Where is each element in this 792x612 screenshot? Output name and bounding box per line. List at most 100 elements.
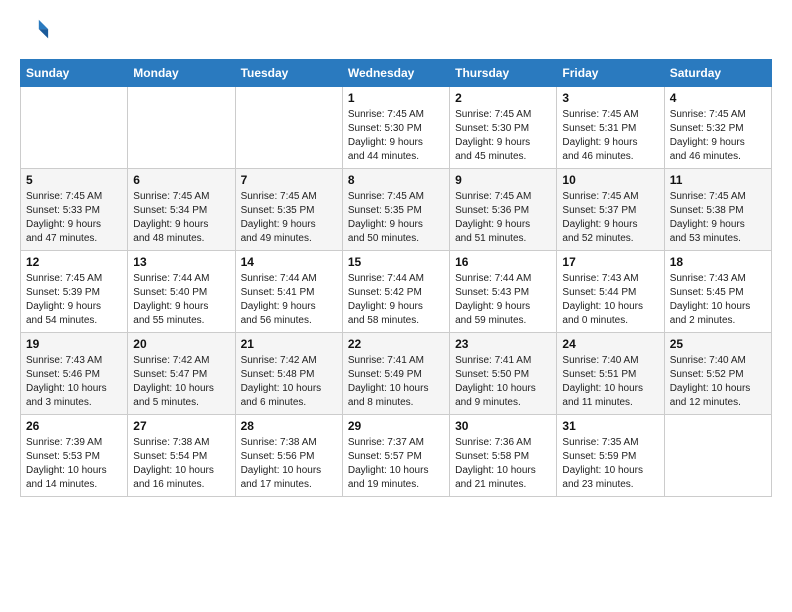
day-info: Sunrise: 7:45 AM Sunset: 5:30 PM Dayligh…: [455, 108, 551, 164]
day-cell: 28 Sunrise: 7:38 AM Sunset: 5:56 PM Dayli…: [235, 415, 342, 497]
day-number: 21: [241, 337, 337, 351]
day-info: Sunrise: 7:45 AM Sunset: 5:35 PM Dayligh…: [348, 190, 444, 246]
day-cell: 21 Sunrise: 7:42 AM Sunset: 5:48 PM Dayli…: [235, 333, 342, 415]
day-number: 26: [26, 419, 122, 433]
day-info: Sunrise: 7:45 AM Sunset: 5:36 PM Dayligh…: [455, 190, 551, 246]
day-number: 14: [241, 255, 337, 269]
day-number: 2: [455, 91, 551, 105]
day-info: Sunrise: 7:42 AM Sunset: 5:48 PM Dayligh…: [241, 354, 337, 410]
day-info: Sunrise: 7:35 AM Sunset: 5:59 PM Dayligh…: [562, 436, 658, 492]
week-row: 26 Sunrise: 7:39 AM Sunset: 5:53 PM Dayli…: [21, 415, 772, 497]
day-cell: 24Sunrise: 7:40 AM Sunset: 5:51 PM Dayli…: [557, 333, 664, 415]
day-cell: 11 Sunrise: 7:45 AM Sunset: 5:38 PM Dayli…: [664, 169, 771, 251]
day-number: 4: [670, 91, 766, 105]
logo-icon: [22, 16, 50, 44]
day-cell: 1 Sunrise: 7:45 AM Sunset: 5:30 PM Daylig…: [342, 87, 449, 169]
day-info: Sunrise: 7:37 AM Sunset: 5:57 PM Dayligh…: [348, 436, 444, 492]
day-number: 27: [133, 419, 229, 433]
day-cell: 4 Sunrise: 7:45 AM Sunset: 5:32 PM Daylig…: [664, 87, 771, 169]
day-number: 19: [26, 337, 122, 351]
day-info: Sunrise: 7:45 AM Sunset: 5:38 PM Dayligh…: [670, 190, 766, 246]
day-info: Sunrise: 7:45 AM Sunset: 5:32 PM Dayligh…: [670, 108, 766, 164]
header-row: SundayMondayTuesdayWednesdayThursdayFrid…: [21, 60, 772, 87]
day-info: Sunrise: 7:43 AM Sunset: 5:45 PM Dayligh…: [670, 272, 766, 328]
day-number: 3: [562, 91, 658, 105]
day-cell: 29 Sunrise: 7:37 AM Sunset: 5:57 PM Dayli…: [342, 415, 449, 497]
day-number: 10: [562, 173, 658, 187]
day-info: Sunrise: 7:45 AM Sunset: 5:37 PM Dayligh…: [562, 190, 658, 246]
day-cell: 25Sunrise: 7:40 AM Sunset: 5:52 PM Dayli…: [664, 333, 771, 415]
day-cell: [21, 87, 128, 169]
day-cell: 12 Sunrise: 7:45 AM Sunset: 5:39 PM Dayli…: [21, 251, 128, 333]
day-info: Sunrise: 7:45 AM Sunset: 5:34 PM Dayligh…: [133, 190, 229, 246]
day-number: 20: [133, 337, 229, 351]
day-info: Sunrise: 7:45 AM Sunset: 5:35 PM Dayligh…: [241, 190, 337, 246]
day-cell: 9 Sunrise: 7:45 AM Sunset: 5:36 PM Daylig…: [450, 169, 557, 251]
day-cell: [664, 415, 771, 497]
day-cell: [128, 87, 235, 169]
week-row: 12 Sunrise: 7:45 AM Sunset: 5:39 PM Dayli…: [21, 251, 772, 333]
day-info: Sunrise: 7:44 AM Sunset: 5:40 PM Dayligh…: [133, 272, 229, 328]
day-info: Sunrise: 7:44 AM Sunset: 5:42 PM Dayligh…: [348, 272, 444, 328]
day-cell: 19 Sunrise: 7:43 AM Sunset: 5:46 PM Dayli…: [21, 333, 128, 415]
day-info: Sunrise: 7:42 AM Sunset: 5:47 PM Dayligh…: [133, 354, 229, 410]
page: SundayMondayTuesdayWednesdayThursdayFrid…: [0, 0, 792, 513]
day-number: 25: [670, 337, 766, 351]
day-info: Sunrise: 7:45 AM Sunset: 5:33 PM Dayligh…: [26, 190, 122, 246]
day-number: 15: [348, 255, 444, 269]
logo: [20, 16, 50, 49]
day-cell: 3Sunrise: 7:45 AM Sunset: 5:31 PM Daylig…: [557, 87, 664, 169]
day-cell: 8 Sunrise: 7:45 AM Sunset: 5:35 PM Daylig…: [342, 169, 449, 251]
day-number: 8: [348, 173, 444, 187]
day-cell: 31Sunrise: 7:35 AM Sunset: 5:59 PM Dayli…: [557, 415, 664, 497]
day-header: Saturday: [664, 60, 771, 87]
day-info: Sunrise: 7:45 AM Sunset: 5:30 PM Dayligh…: [348, 108, 444, 164]
day-number: 18: [670, 255, 766, 269]
day-cell: [235, 87, 342, 169]
day-info: Sunrise: 7:45 AM Sunset: 5:39 PM Dayligh…: [26, 272, 122, 328]
day-cell: 26 Sunrise: 7:39 AM Sunset: 5:53 PM Dayli…: [21, 415, 128, 497]
day-info: Sunrise: 7:38 AM Sunset: 5:56 PM Dayligh…: [241, 436, 337, 492]
day-number: 24: [562, 337, 658, 351]
day-cell: 2 Sunrise: 7:45 AM Sunset: 5:30 PM Daylig…: [450, 87, 557, 169]
day-info: Sunrise: 7:43 AM Sunset: 5:46 PM Dayligh…: [26, 354, 122, 410]
day-info: Sunrise: 7:36 AM Sunset: 5:58 PM Dayligh…: [455, 436, 551, 492]
day-number: 9: [455, 173, 551, 187]
week-row: 1 Sunrise: 7:45 AM Sunset: 5:30 PM Daylig…: [21, 87, 772, 169]
day-info: Sunrise: 7:41 AM Sunset: 5:49 PM Dayligh…: [348, 354, 444, 410]
day-number: 7: [241, 173, 337, 187]
day-header: Sunday: [21, 60, 128, 87]
day-info: Sunrise: 7:41 AM Sunset: 5:50 PM Dayligh…: [455, 354, 551, 410]
day-number: 30: [455, 419, 551, 433]
day-number: 6: [133, 173, 229, 187]
header: [20, 16, 772, 49]
week-row: 5Sunrise: 7:45 AM Sunset: 5:33 PM Daylig…: [21, 169, 772, 251]
day-number: 23: [455, 337, 551, 351]
day-number: 29: [348, 419, 444, 433]
day-header: Wednesday: [342, 60, 449, 87]
day-cell: 30 Sunrise: 7:36 AM Sunset: 5:58 PM Dayli…: [450, 415, 557, 497]
day-cell: 14Sunrise: 7:44 AM Sunset: 5:41 PM Dayli…: [235, 251, 342, 333]
day-cell: 10 Sunrise: 7:45 AM Sunset: 5:37 PM Dayli…: [557, 169, 664, 251]
day-number: 11: [670, 173, 766, 187]
day-cell: 20 Sunrise: 7:42 AM Sunset: 5:47 PM Dayli…: [128, 333, 235, 415]
day-number: 22: [348, 337, 444, 351]
day-header: Tuesday: [235, 60, 342, 87]
day-header: Friday: [557, 60, 664, 87]
day-header: Thursday: [450, 60, 557, 87]
day-cell: 13Sunrise: 7:44 AM Sunset: 5:40 PM Dayli…: [128, 251, 235, 333]
day-number: 28: [241, 419, 337, 433]
day-info: Sunrise: 7:43 AM Sunset: 5:44 PM Dayligh…: [562, 272, 658, 328]
day-cell: 23 Sunrise: 7:41 AM Sunset: 5:50 PM Dayli…: [450, 333, 557, 415]
day-info: Sunrise: 7:38 AM Sunset: 5:54 PM Dayligh…: [133, 436, 229, 492]
day-cell: 16Sunrise: 7:44 AM Sunset: 5:43 PM Dayli…: [450, 251, 557, 333]
day-number: 12: [26, 255, 122, 269]
day-number: 1: [348, 91, 444, 105]
day-number: 17: [562, 255, 658, 269]
day-cell: 6 Sunrise: 7:45 AM Sunset: 5:34 PM Daylig…: [128, 169, 235, 251]
day-cell: 27 Sunrise: 7:38 AM Sunset: 5:54 PM Dayli…: [128, 415, 235, 497]
day-cell: 5Sunrise: 7:45 AM Sunset: 5:33 PM Daylig…: [21, 169, 128, 251]
day-info: Sunrise: 7:39 AM Sunset: 5:53 PM Dayligh…: [26, 436, 122, 492]
day-info: Sunrise: 7:44 AM Sunset: 5:43 PM Dayligh…: [455, 272, 551, 328]
day-cell: 17 Sunrise: 7:43 AM Sunset: 5:44 PM Dayli…: [557, 251, 664, 333]
